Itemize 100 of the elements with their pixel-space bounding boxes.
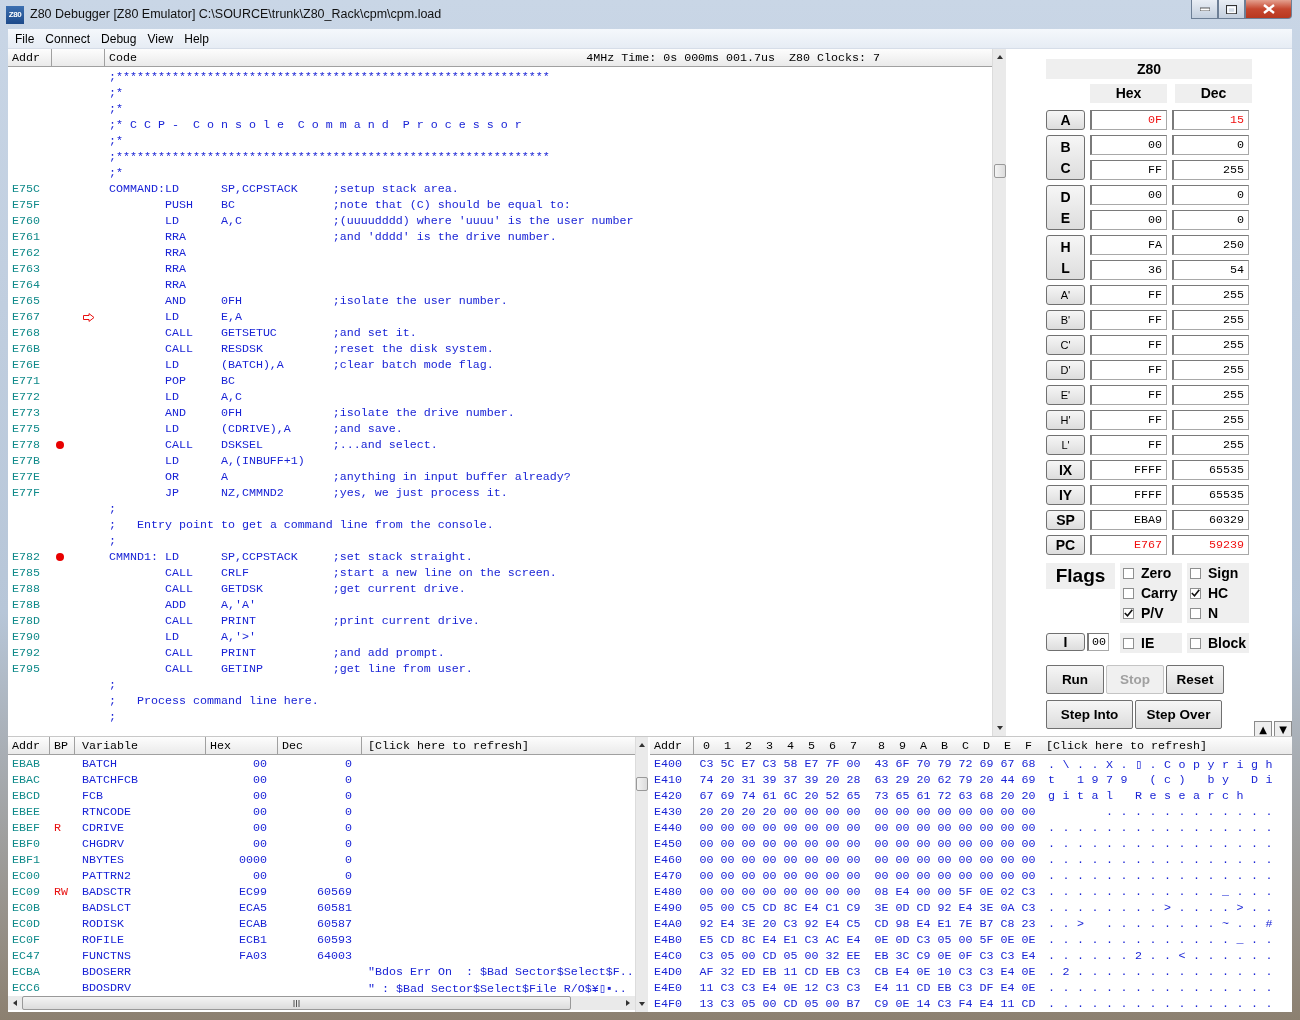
hex-field[interactable]: FFFF — [1090, 460, 1167, 480]
dec-field[interactable]: 15 — [1172, 110, 1249, 130]
dec-field[interactable]: 60329 — [1172, 510, 1249, 530]
breakpoint-icon[interactable] — [56, 441, 64, 449]
checkbox[interactable] — [1123, 587, 1134, 599]
column-header[interactable]: 8 — [871, 738, 892, 753]
checkbox[interactable] — [1123, 637, 1134, 649]
hex-field[interactable]: 00 — [1090, 135, 1167, 155]
hex-field[interactable]: FF — [1090, 410, 1167, 430]
column-header[interactable]: 7 — [843, 738, 864, 753]
menu-item[interactable]: Debug — [97, 31, 141, 46]
hex-field[interactable]: 36 — [1090, 260, 1167, 280]
register-button[interactable]: B C — [1046, 135, 1085, 180]
menu-item[interactable]: File — [11, 31, 39, 46]
column-header[interactable]: Hex — [206, 737, 278, 754]
command-button[interactable]: Step Into — [1046, 700, 1133, 729]
dec-field[interactable]: 250 — [1172, 235, 1249, 255]
column-header[interactable]: Code 4MHz Time: 0s 000ms 001.7us Z80 Clocks: 7 — [105, 49, 992, 66]
close-button[interactable] — [1245, 0, 1292, 19]
register-button[interactable]: C' — [1046, 335, 1085, 355]
column-header[interactable]: Dec — [278, 737, 362, 754]
register-button[interactable]: PC — [1046, 535, 1085, 555]
checkbox[interactable] — [1190, 607, 1201, 619]
column-header[interactable]: 9 — [892, 738, 913, 753]
dec-field[interactable]: 0 — [1172, 135, 1249, 155]
column-header[interactable]: [Click here to refresh] — [362, 737, 635, 754]
hex-field[interactable]: FF — [1090, 360, 1167, 380]
column-header[interactable]: F — [1018, 738, 1039, 753]
hex-field[interactable]: EBA9 — [1090, 510, 1167, 530]
dec-field[interactable]: 255 — [1172, 435, 1249, 455]
dec-field[interactable]: 59239 — [1172, 535, 1249, 555]
dec-field[interactable]: 255 — [1172, 410, 1249, 430]
scroll-left-icon[interactable] — [13, 1000, 17, 1006]
column-header[interactable]: Addr — [8, 737, 50, 754]
scroll-up-icon[interactable] — [639, 743, 645, 747]
dec-field[interactable]: 255 — [1172, 360, 1249, 380]
hex-field[interactable]: FA — [1090, 235, 1167, 255]
column-header[interactable]: 6 — [822, 738, 843, 753]
vertical-scrollbar[interactable] — [635, 737, 648, 1012]
column-header[interactable]: B — [934, 738, 955, 753]
column-header[interactable]: C — [955, 738, 976, 753]
command-button[interactable]: Step Over — [1135, 700, 1222, 729]
register-button[interactable]: SP — [1046, 510, 1085, 530]
column-header[interactable]: E — [997, 738, 1018, 753]
hex-field[interactable]: 0F — [1090, 110, 1167, 130]
command-button[interactable]: Run — [1046, 665, 1104, 694]
hex-field[interactable]: FF — [1090, 335, 1167, 355]
hex-field[interactable]: 00 — [1090, 185, 1167, 205]
column-header[interactable]: [Click here to refresh] — [1044, 738, 1292, 753]
column-header[interactable]: A — [913, 738, 934, 753]
checkbox[interactable] — [1123, 567, 1134, 579]
register-button[interactable]: D E — [1046, 185, 1085, 230]
hex-field[interactable]: FF — [1090, 435, 1167, 455]
menu-item[interactable]: Help — [180, 31, 213, 46]
dec-field[interactable]: 65535 — [1172, 485, 1249, 505]
column-header[interactable]: 2 — [738, 738, 759, 753]
hex-field[interactable]: FF — [1090, 310, 1167, 330]
scroll-down-icon[interactable] — [639, 1002, 645, 1006]
register-button[interactable]: H' — [1046, 410, 1085, 430]
scroll-down-icon[interactable] — [996, 726, 1003, 730]
dec-field[interactable]: 255 — [1172, 385, 1249, 405]
hex-field[interactable]: FF — [1090, 385, 1167, 405]
register-button[interactable]: A' — [1046, 285, 1085, 305]
value-field[interactable]: 00 — [1087, 633, 1109, 651]
dec-field[interactable]: 65535 — [1172, 460, 1249, 480]
dec-field[interactable]: 255 — [1172, 160, 1249, 180]
column-header[interactable]: Addr — [650, 737, 694, 754]
register-button[interactable]: A — [1046, 110, 1085, 130]
column-header[interactable]: Variable — [75, 737, 206, 754]
menu-item[interactable]: Connect — [41, 31, 95, 46]
column-header[interactable]: Addr — [8, 49, 52, 66]
dec-field[interactable]: 0 — [1172, 210, 1249, 230]
checkbox[interactable] — [1123, 607, 1134, 619]
checkbox[interactable] — [1190, 567, 1201, 579]
scroll-thumb[interactable] — [636, 777, 648, 791]
command-button[interactable]: Reset — [1166, 665, 1224, 694]
hex-field[interactable]: FF — [1090, 285, 1167, 305]
checkbox[interactable] — [1190, 637, 1201, 649]
column-header[interactable]: BP — [50, 737, 75, 754]
column-header[interactable]: 1 — [717, 738, 738, 753]
column-header[interactable]: 3 — [759, 738, 780, 753]
register-button[interactable]: IX — [1046, 460, 1085, 480]
hex-field[interactable]: FF — [1090, 160, 1167, 180]
register-button[interactable]: D' — [1046, 360, 1085, 380]
scroll-thumb[interactable] — [993, 164, 1006, 178]
vertical-scrollbar[interactable] — [992, 49, 1006, 736]
scroll-up-icon[interactable] — [996, 55, 1003, 59]
register-button[interactable]: B' — [1046, 310, 1085, 330]
dec-field[interactable]: 255 — [1172, 310, 1249, 330]
hex-field[interactable]: 00 — [1090, 210, 1167, 230]
dec-field[interactable]: 54 — [1172, 260, 1249, 280]
column-header[interactable]: 5 — [801, 738, 822, 753]
register-button[interactable]: E' — [1046, 385, 1085, 405]
hex-field[interactable]: E767 — [1090, 535, 1167, 555]
register-button[interactable]: IY — [1046, 485, 1085, 505]
register-button[interactable]: H L — [1046, 235, 1085, 280]
scroll-right-icon[interactable] — [626, 1000, 630, 1006]
register-button[interactable]: I — [1046, 633, 1085, 651]
hex-field[interactable]: FFFF — [1090, 485, 1167, 505]
breakpoint-icon[interactable] — [56, 553, 64, 561]
